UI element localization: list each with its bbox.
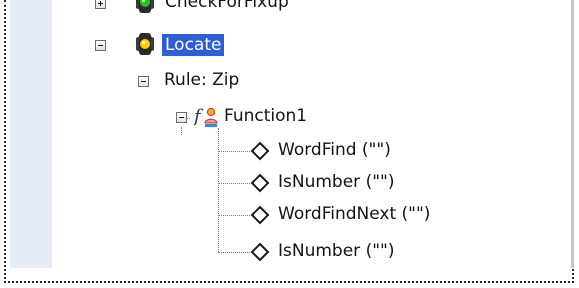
diamond-icon	[250, 173, 270, 193]
diamond-icon	[250, 141, 270, 161]
collapse-toggle-icon[interactable]	[138, 76, 149, 87]
tree-node-label: Rule: Zip	[164, 70, 240, 90]
tree-node-rule-zip[interactable]: Rule: Zip	[134, 68, 434, 94]
tree-node-label: WordFindNext ("")	[278, 204, 431, 224]
tree-connector-line	[218, 252, 250, 253]
diamond-icon	[250, 205, 270, 225]
tree-connector-line	[218, 128, 219, 252]
tree-node-checkforfixup[interactable]: CheckForFixup	[92, 0, 392, 17]
tree-node-label: IsNumber ("")	[278, 172, 395, 192]
tree-node-label: Function1	[224, 106, 308, 126]
traffic-light-icon	[134, 0, 156, 15]
tree-connector-line	[218, 215, 250, 216]
tree-node-label: IsNumber ("")	[278, 241, 395, 261]
tree-connector-line	[218, 151, 250, 152]
diamond-icon	[250, 242, 270, 262]
expand-toggle-icon[interactable]	[95, 0, 106, 9]
tree-node-wordfindnext[interactable]: WordFindNext ("")	[250, 202, 550, 228]
tree-node-wordfind[interactable]: WordFind ("")	[250, 138, 550, 164]
function-icon: f	[192, 105, 220, 129]
tree-node-label: Locate	[162, 34, 225, 56]
tree-node-label: CheckForFixup	[165, 0, 289, 12]
tree-node-isnumber[interactable]: IsNumber ("")	[250, 239, 550, 265]
tree-node-label: WordFind ("")	[278, 140, 391, 160]
tree-connector-line	[218, 183, 250, 184]
tree-node-function1[interactable]: f Function1	[170, 104, 470, 130]
svg-text:f: f	[194, 106, 204, 127]
tree-node-isnumber[interactable]: IsNumber ("")	[250, 170, 550, 196]
right-edge-bar	[571, 0, 574, 268]
collapse-toggle-icon[interactable]	[176, 112, 187, 123]
traffic-light-icon	[134, 33, 156, 57]
tree-view[interactable]: CheckForFixup Locate Rule: Zip f Functio…	[52, 0, 571, 268]
tree-gutter	[10, 0, 52, 268]
tree-node-locate[interactable]: Locate	[92, 32, 392, 58]
collapse-toggle-icon[interactable]	[95, 40, 106, 51]
